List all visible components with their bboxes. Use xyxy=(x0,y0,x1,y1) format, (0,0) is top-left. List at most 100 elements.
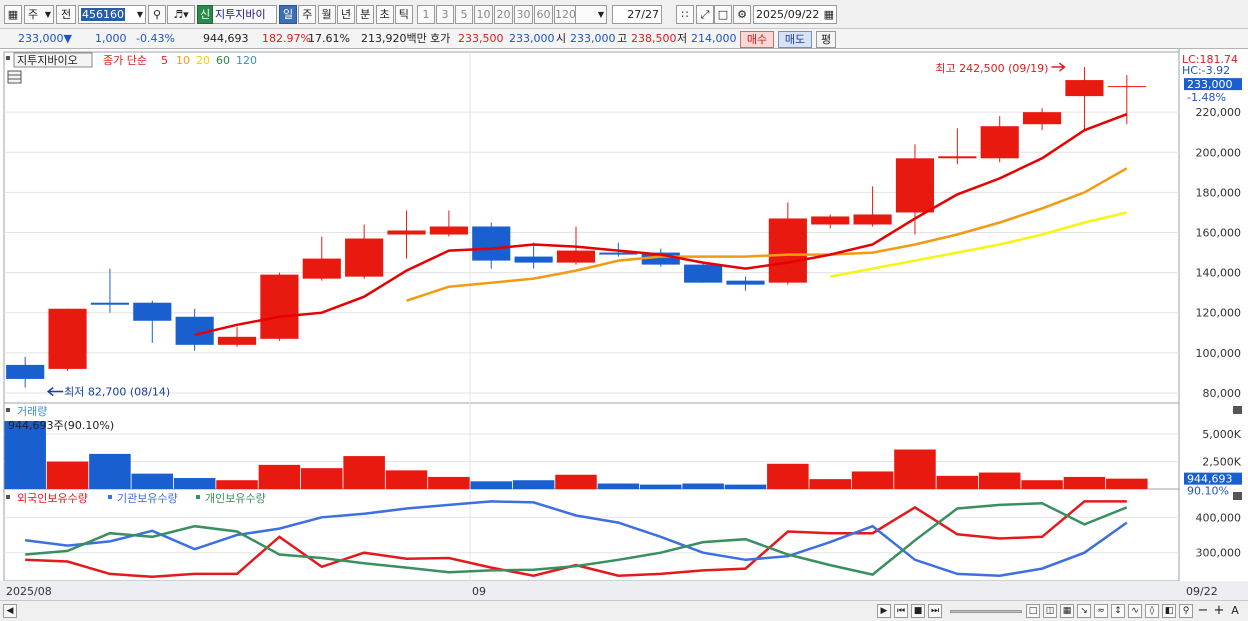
candle-body xyxy=(514,256,553,263)
ma-legend-10: 10 xyxy=(176,54,190,67)
x-label-month-aug: 2025/08 xyxy=(6,585,52,598)
eval-button[interactable]: 평 xyxy=(816,31,836,48)
scroll-left-icon[interactable]: ◀ xyxy=(3,604,17,618)
candle-body xyxy=(387,230,426,235)
volume-bar xyxy=(894,449,936,489)
interval-button-60[interactable]: 60 xyxy=(534,5,553,24)
interval-button-30[interactable]: 30 xyxy=(514,5,533,24)
price-panel-frame xyxy=(3,51,1180,404)
candle-body xyxy=(217,336,257,345)
ma-legend-5: 5 xyxy=(161,54,168,67)
chart-svg[interactable]: 최고 242,500 (09/19) 최저 82,700 (08/14) 944,… xyxy=(0,49,1248,601)
volume-bar xyxy=(639,484,682,489)
volume-current-pct: 90.10% xyxy=(1187,485,1229,498)
candle-body xyxy=(48,308,87,369)
zoom-in-icon[interactable]: + xyxy=(1212,604,1226,618)
candle-body xyxy=(684,264,723,283)
layout-single-icon[interactable]: □ xyxy=(1026,604,1040,618)
price-y-tick: 120,000 xyxy=(1196,307,1242,320)
period-button-3[interactable]: 년 xyxy=(336,5,355,24)
window-menu-icon[interactable]: ▦ xyxy=(4,5,22,24)
price-y-tick: 160,000 xyxy=(1196,227,1242,240)
draw-pattern-icon[interactable]: ∿ xyxy=(1128,604,1142,618)
zoom-search-icon[interactable]: ⚲ xyxy=(1179,604,1193,618)
ask-price: 233,500 xyxy=(458,32,504,45)
jump-end-icon[interactable]: ⏭ xyxy=(928,604,942,618)
draw-line-icon[interactable]: ⤢ xyxy=(696,5,714,24)
auto-scale-icon[interactable]: A xyxy=(1228,604,1242,618)
interval-select[interactable]: ▼ xyxy=(571,5,607,24)
draw-channel-icon[interactable]: ↕ xyxy=(1111,604,1125,618)
quote-bar: 233,000▼ 1,000 -0.43% 944,693 182.97% 17… xyxy=(0,29,1248,49)
table-toggle-icon[interactable] xyxy=(7,70,22,84)
volume-bar xyxy=(1106,478,1148,489)
chevron-down-icon: ▼ xyxy=(136,10,143,19)
volume-bar xyxy=(46,461,89,489)
volume-bar xyxy=(851,471,894,489)
period-button-2[interactable]: 월 xyxy=(317,5,336,24)
grid-icon[interactable]: ∷ xyxy=(676,5,694,24)
stock-code-input[interactable]: 456160 ▼ xyxy=(78,5,146,24)
candle-body xyxy=(768,218,807,283)
candle-body xyxy=(345,238,384,277)
date-field[interactable]: 2025/09/22 ▦ xyxy=(753,5,837,24)
period-select[interactable]: 주 ▼ xyxy=(24,5,54,24)
chart-area[interactable]: 최고 242,500 (09/19) 최저 82,700 (08/14) 944,… xyxy=(0,49,1248,601)
volume-bar xyxy=(1021,480,1063,489)
search-icon[interactable]: ⚲ xyxy=(148,5,166,24)
stop-icon[interactable]: ■ xyxy=(911,604,925,618)
legend-bullet-icon xyxy=(108,495,112,499)
jump-start-icon[interactable]: ⏮ xyxy=(894,604,908,618)
volume-bar xyxy=(301,468,343,489)
candle-body xyxy=(429,226,468,235)
close-icon[interactable] xyxy=(1233,406,1242,414)
period-button-6[interactable]: 틱 xyxy=(394,5,413,24)
zoom-out-icon[interactable]: − xyxy=(1196,604,1210,618)
period-button-0[interactable]: 일 xyxy=(279,5,297,24)
interval-button-120[interactable]: 120 xyxy=(554,5,576,24)
volume-bar xyxy=(936,475,979,489)
draw-trend-icon[interactable]: ↘ xyxy=(1077,604,1091,618)
layout-double-icon[interactable]: ◫ xyxy=(1043,604,1057,618)
candle-body xyxy=(90,302,129,305)
draw-shape-icon[interactable]: ◊ xyxy=(1145,604,1159,618)
scroll-right-icon[interactable]: ▶ xyxy=(877,604,891,618)
save-icon[interactable]: □ xyxy=(714,5,732,24)
interval-button-20[interactable]: 20 xyxy=(494,5,513,24)
view-toggle-button[interactable]: 전 xyxy=(56,5,76,24)
speaker-icon[interactable]: ♬▾ xyxy=(167,5,195,24)
copy-icon[interactable]: ◧ xyxy=(1162,604,1176,618)
interval-button-1[interactable]: 1 xyxy=(417,5,435,24)
period-button-5[interactable]: 초 xyxy=(375,5,394,24)
bottom-scrollbar[interactable]: ◀ ▶ ⏮ ■ ⏭ □ ◫ ▦ ↘ ≈ ↕ ∿ ◊ ◧ ⚲ − + A xyxy=(0,600,1248,621)
volume-bar xyxy=(555,474,597,489)
volume-bar xyxy=(343,456,385,489)
draw-fib-icon[interactable]: ≈ xyxy=(1094,604,1108,618)
layout-grid-icon[interactable]: ▦ xyxy=(1060,604,1074,618)
interval-button-5[interactable]: 5 xyxy=(455,5,473,24)
volume-ratio: 182.97% xyxy=(262,32,311,45)
candle-body xyxy=(726,280,765,285)
price-y-tick: 220,000 xyxy=(1196,106,1242,119)
volume-bar xyxy=(978,472,1021,489)
chart-toolbar: ▦ 주 ▼ 전 456160 ▼ ⚲ ♬▾ 신 지투지바이 ▼ 27/27 ∷ ⤢ … xyxy=(0,0,1248,29)
sin-badge: 신 xyxy=(197,5,213,24)
period-button-4[interactable]: 분 xyxy=(356,5,375,24)
sell-button[interactable]: 매도 xyxy=(778,31,812,48)
gear-icon[interactable]: ⚙ xyxy=(733,5,751,24)
chevron-down-icon: ▼ xyxy=(597,10,604,19)
volume-bar xyxy=(131,473,174,489)
price-y-tick: 180,000 xyxy=(1196,186,1242,199)
current-pct-tag: -1.48% xyxy=(1187,91,1226,104)
page-counter-field[interactable]: 27/27 xyxy=(612,5,662,24)
x-axis-strip xyxy=(0,581,1248,601)
holdings-y-tick: 400,000 xyxy=(1196,511,1242,524)
x-label-end: 09/22 xyxy=(1186,585,1218,598)
interval-button-3[interactable]: 3 xyxy=(436,5,454,24)
close-icon[interactable] xyxy=(1233,492,1242,500)
low-label: 저 xyxy=(677,32,688,45)
period-button-1[interactable]: 주 xyxy=(298,5,317,24)
interval-button-10[interactable]: 10 xyxy=(474,5,493,24)
buy-button[interactable]: 매수 xyxy=(740,31,774,48)
zoom-slider[interactable] xyxy=(950,610,1022,613)
